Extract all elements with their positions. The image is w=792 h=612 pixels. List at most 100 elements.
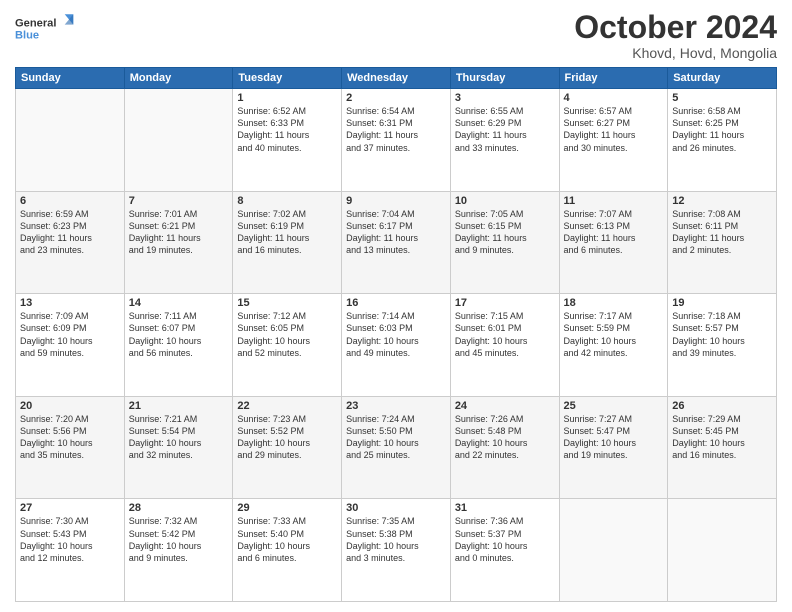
day-info: Sunrise: 7:35 AM Sunset: 5:38 PM Dayligh… [346,515,446,564]
day-number: 15 [237,297,337,309]
day-number: 14 [129,297,229,309]
day-cell-26: 26Sunrise: 7:29 AM Sunset: 5:45 PM Dayli… [668,396,777,499]
day-info: Sunrise: 6:54 AM Sunset: 6:31 PM Dayligh… [346,105,446,154]
day-info: Sunrise: 6:59 AM Sunset: 6:23 PM Dayligh… [20,208,120,257]
week-row-1: 1Sunrise: 6:52 AM Sunset: 6:33 PM Daylig… [16,89,777,192]
empty-cell [668,499,777,602]
day-cell-6: 6Sunrise: 6:59 AM Sunset: 6:23 PM Daylig… [16,191,125,294]
day-cell-23: 23Sunrise: 7:24 AM Sunset: 5:50 PM Dayli… [342,396,451,499]
day-info: Sunrise: 7:14 AM Sunset: 6:03 PM Dayligh… [346,310,446,359]
week-row-2: 6Sunrise: 6:59 AM Sunset: 6:23 PM Daylig… [16,191,777,294]
day-number: 7 [129,195,229,207]
day-number: 26 [672,400,772,412]
day-cell-12: 12Sunrise: 7:08 AM Sunset: 6:11 PM Dayli… [668,191,777,294]
day-cell-14: 14Sunrise: 7:11 AM Sunset: 6:07 PM Dayli… [124,294,233,397]
day-info: Sunrise: 7:07 AM Sunset: 6:13 PM Dayligh… [564,208,664,257]
day-cell-22: 22Sunrise: 7:23 AM Sunset: 5:52 PM Dayli… [233,396,342,499]
day-cell-19: 19Sunrise: 7:18 AM Sunset: 5:57 PM Dayli… [668,294,777,397]
day-cell-25: 25Sunrise: 7:27 AM Sunset: 5:47 PM Dayli… [559,396,668,499]
day-cell-27: 27Sunrise: 7:30 AM Sunset: 5:43 PM Dayli… [16,499,125,602]
day-info: Sunrise: 6:57 AM Sunset: 6:27 PM Dayligh… [564,105,664,154]
week-row-5: 27Sunrise: 7:30 AM Sunset: 5:43 PM Dayli… [16,499,777,602]
day-number: 24 [455,400,555,412]
day-info: Sunrise: 7:02 AM Sunset: 6:19 PM Dayligh… [237,208,337,257]
day-number: 25 [564,400,664,412]
day-info: Sunrise: 7:29 AM Sunset: 5:45 PM Dayligh… [672,413,772,462]
day-info: Sunrise: 7:12 AM Sunset: 6:05 PM Dayligh… [237,310,337,359]
day-number: 2 [346,92,446,104]
day-number: 29 [237,502,337,514]
day-number: 30 [346,502,446,514]
day-number: 31 [455,502,555,514]
day-cell-3: 3Sunrise: 6:55 AM Sunset: 6:29 PM Daylig… [450,89,559,192]
day-number: 21 [129,400,229,412]
day-cell-1: 1Sunrise: 6:52 AM Sunset: 6:33 PM Daylig… [233,89,342,192]
day-cell-21: 21Sunrise: 7:21 AM Sunset: 5:54 PM Dayli… [124,396,233,499]
empty-cell [16,89,125,192]
weekday-saturday: Saturday [668,68,777,89]
day-number: 1 [237,92,337,104]
day-cell-10: 10Sunrise: 7:05 AM Sunset: 6:15 PM Dayli… [450,191,559,294]
day-cell-4: 4Sunrise: 6:57 AM Sunset: 6:27 PM Daylig… [559,89,668,192]
weekday-sunday: Sunday [16,68,125,89]
day-cell-28: 28Sunrise: 7:32 AM Sunset: 5:42 PM Dayli… [124,499,233,602]
day-number: 10 [455,195,555,207]
location: Khovd, Hovd, Mongolia [574,45,777,61]
empty-cell [124,89,233,192]
weekday-tuesday: Tuesday [233,68,342,89]
day-info: Sunrise: 7:04 AM Sunset: 6:17 PM Dayligh… [346,208,446,257]
day-info: Sunrise: 7:15 AM Sunset: 6:01 PM Dayligh… [455,310,555,359]
day-number: 22 [237,400,337,412]
day-info: Sunrise: 7:32 AM Sunset: 5:42 PM Dayligh… [129,515,229,564]
day-info: Sunrise: 7:01 AM Sunset: 6:21 PM Dayligh… [129,208,229,257]
day-cell-16: 16Sunrise: 7:14 AM Sunset: 6:03 PM Dayli… [342,294,451,397]
day-number: 3 [455,92,555,104]
day-cell-31: 31Sunrise: 7:36 AM Sunset: 5:37 PM Dayli… [450,499,559,602]
day-info: Sunrise: 7:24 AM Sunset: 5:50 PM Dayligh… [346,413,446,462]
day-number: 17 [455,297,555,309]
day-info: Sunrise: 7:20 AM Sunset: 5:56 PM Dayligh… [20,413,120,462]
weekday-wednesday: Wednesday [342,68,451,89]
day-number: 20 [20,400,120,412]
day-info: Sunrise: 7:09 AM Sunset: 6:09 PM Dayligh… [20,310,120,359]
day-cell-20: 20Sunrise: 7:20 AM Sunset: 5:56 PM Dayli… [16,396,125,499]
weekday-monday: Monday [124,68,233,89]
logo-icon: General Blue [15,10,75,46]
day-info: Sunrise: 6:55 AM Sunset: 6:29 PM Dayligh… [455,105,555,154]
weekday-header-row: SundayMondayTuesdayWednesdayThursdayFrid… [16,68,777,89]
day-cell-18: 18Sunrise: 7:17 AM Sunset: 5:59 PM Dayli… [559,294,668,397]
day-number: 11 [564,195,664,207]
day-cell-2: 2Sunrise: 6:54 AM Sunset: 6:31 PM Daylig… [342,89,451,192]
day-cell-15: 15Sunrise: 7:12 AM Sunset: 6:05 PM Dayli… [233,294,342,397]
day-info: Sunrise: 6:58 AM Sunset: 6:25 PM Dayligh… [672,105,772,154]
day-info: Sunrise: 7:33 AM Sunset: 5:40 PM Dayligh… [237,515,337,564]
day-cell-24: 24Sunrise: 7:26 AM Sunset: 5:48 PM Dayli… [450,396,559,499]
empty-cell [559,499,668,602]
day-info: Sunrise: 7:05 AM Sunset: 6:15 PM Dayligh… [455,208,555,257]
day-cell-11: 11Sunrise: 7:07 AM Sunset: 6:13 PM Dayli… [559,191,668,294]
week-row-4: 20Sunrise: 7:20 AM Sunset: 5:56 PM Dayli… [16,396,777,499]
weekday-thursday: Thursday [450,68,559,89]
day-number: 28 [129,502,229,514]
title-block: October 2024 Khovd, Hovd, Mongolia [574,10,777,61]
day-number: 23 [346,400,446,412]
day-info: Sunrise: 7:23 AM Sunset: 5:52 PM Dayligh… [237,413,337,462]
day-number: 19 [672,297,772,309]
weekday-friday: Friday [559,68,668,89]
day-number: 8 [237,195,337,207]
day-number: 5 [672,92,772,104]
day-cell-13: 13Sunrise: 7:09 AM Sunset: 6:09 PM Dayli… [16,294,125,397]
day-cell-7: 7Sunrise: 7:01 AM Sunset: 6:21 PM Daylig… [124,191,233,294]
day-cell-17: 17Sunrise: 7:15 AM Sunset: 6:01 PM Dayli… [450,294,559,397]
day-info: Sunrise: 7:36 AM Sunset: 5:37 PM Dayligh… [455,515,555,564]
day-number: 6 [20,195,120,207]
day-number: 13 [20,297,120,309]
day-info: Sunrise: 7:30 AM Sunset: 5:43 PM Dayligh… [20,515,120,564]
day-cell-9: 9Sunrise: 7:04 AM Sunset: 6:17 PM Daylig… [342,191,451,294]
day-cell-30: 30Sunrise: 7:35 AM Sunset: 5:38 PM Dayli… [342,499,451,602]
day-info: Sunrise: 7:18 AM Sunset: 5:57 PM Dayligh… [672,310,772,359]
month-title: October 2024 [574,10,777,45]
day-info: Sunrise: 7:27 AM Sunset: 5:47 PM Dayligh… [564,413,664,462]
day-number: 12 [672,195,772,207]
day-number: 16 [346,297,446,309]
